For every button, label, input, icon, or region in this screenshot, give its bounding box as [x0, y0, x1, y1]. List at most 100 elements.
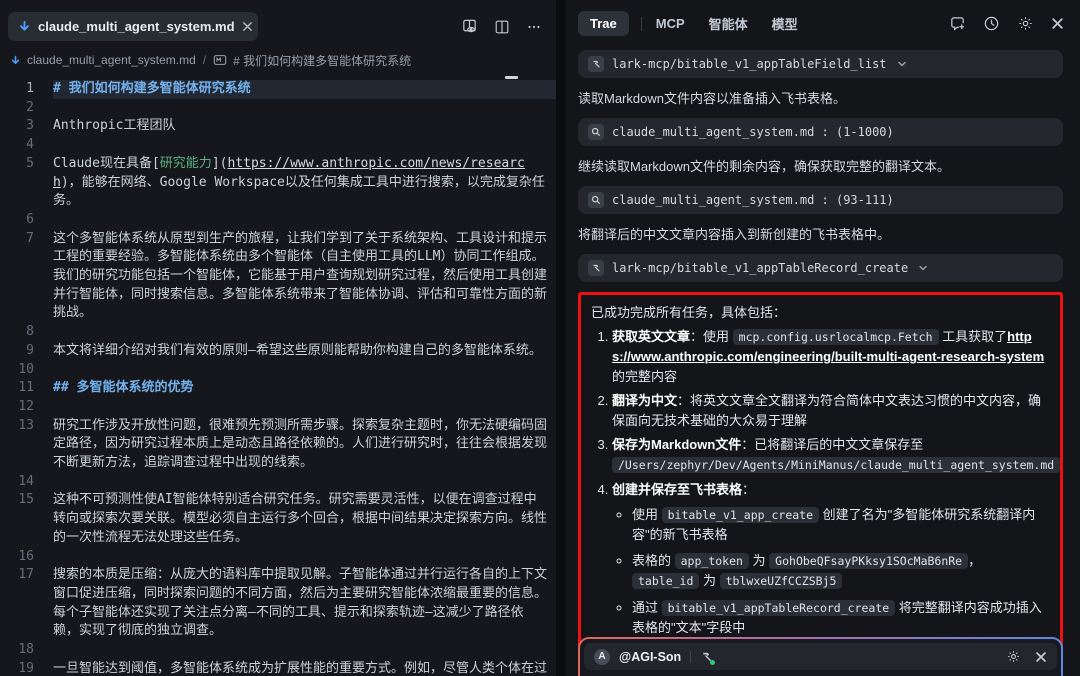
tools-hammer-icon[interactable] — [700, 650, 716, 665]
close-icon[interactable] — [1051, 17, 1064, 30]
input-divider — [690, 650, 692, 663]
line-content[interactable] — [53, 548, 556, 567]
line-content[interactable] — [53, 473, 556, 492]
tool-call-chip[interactable]: lark-mcp/bitable_v1_appTableField_list — [578, 50, 1063, 78]
editor-line[interactable]: 13 研究工作涉及开放性问题，很难预先预测所需步骤。探索复杂主题时，你无法硬编码固… — [0, 417, 556, 473]
line-number[interactable]: 10 — [0, 361, 34, 380]
line-content[interactable] — [53, 99, 556, 118]
settings-icon[interactable] — [1017, 15, 1034, 32]
line-content[interactable]: 研究工作涉及开放性问题，很难预先预测所需步骤。探索复杂主题时，你无法硬编码固定路… — [53, 417, 556, 473]
markdown-file-icon — [10, 55, 21, 66]
line-content[interactable]: 搜索的本质是压缩：从庞大的语料库中提取见解。子智能体通过并行运行各自的上下文窗口… — [53, 566, 556, 641]
line-content[interactable]: Anthropic工程团队 — [53, 117, 556, 136]
split-editor-icon[interactable] — [494, 19, 510, 35]
result-subitem: 表格的 app_token 为 GohObeQFsayPKksy1SOcMaB6… — [632, 551, 1048, 592]
line-content[interactable]: 这种不可预测性使AI智能体特别适合研究任务。研究需要灵活性，以便在调查过程中转向… — [53, 491, 556, 547]
input-settings-icon[interactable] — [1006, 649, 1021, 664]
breadcrumb-file[interactable]: claude_multi_agent_system.md — [27, 53, 196, 67]
editor-line[interactable]: 11 ## 多智能体系统的优势 — [0, 379, 556, 398]
editor-line[interactable]: 6 — [0, 211, 556, 230]
agent-name[interactable]: @AGI-Son — [619, 650, 681, 664]
line-content[interactable]: 这个多智能体系统从原型到生产的旅程，让我们学到了关于系统架构、工具设计和提示工程… — [53, 230, 556, 324]
line-content[interactable] — [53, 641, 556, 660]
input-close-icon[interactable] — [1035, 651, 1047, 663]
gradient-border: A @AGI-Son — [578, 637, 1063, 676]
pane-divider[interactable] — [556, 0, 566, 676]
line-number[interactable]: 18 — [0, 641, 34, 660]
editor-line[interactable]: 1 # 我们如何构建多智能体研究系统 — [0, 80, 556, 99]
tool-call-chip[interactable]: lark-mcp/bitable_v1_appTableRecord_creat… — [578, 254, 1063, 282]
line-content[interactable]: 本文将详细介绍对我们有效的原则—希望这些原则能帮助你构建自己的多智能体系统。 — [53, 342, 556, 361]
line-content[interactable] — [53, 323, 556, 342]
tab-agents[interactable]: 智能体 — [709, 14, 748, 33]
editor-pane: claude_multi_agent_system.md claude_mult… — [0, 0, 556, 676]
line-content[interactable] — [53, 361, 556, 380]
line-content[interactable] — [53, 211, 556, 230]
file-read-chip[interactable]: claude_multi_agent_system.md : (93-111) — [578, 186, 1063, 214]
tab-trae[interactable]: Trae — [578, 11, 629, 36]
line-number[interactable]: 7 — [0, 230, 34, 324]
editor-line[interactable]: 17 搜索的本质是压缩：从庞大的语料库中提取见解。子智能体通过并行运行各自的上下文… — [0, 566, 556, 641]
editor-tab[interactable]: claude_multi_agent_system.md — [8, 12, 258, 41]
editor-line[interactable]: 2 — [0, 99, 556, 118]
header-divider — [640, 16, 642, 31]
line-number[interactable]: 13 — [0, 417, 34, 473]
line-number[interactable]: 9 — [0, 342, 34, 361]
line-content[interactable]: # 我们如何构建多智能体研究系统 — [53, 80, 556, 99]
editor-line[interactable]: 16 — [0, 548, 556, 567]
tool-call-label: lark-mcp/bitable_v1_appTableRecord_creat… — [612, 261, 909, 275]
breadcrumb[interactable]: claude_multi_agent_system.md / # 我们如何构建多… — [0, 47, 556, 73]
chat-input-area[interactable]: A @AGI-Son — [578, 637, 1063, 676]
line-content[interactable] — [53, 136, 556, 155]
result-list: 获取英文文章：使用 mcp.config.usrlocalmcp.Fetch 工… — [591, 327, 1061, 638]
app-root: claude_multi_agent_system.md claude_mult… — [0, 0, 1080, 676]
line-content[interactable]: Claude现在具备[研究能力](https://www.anthropic.c… — [53, 155, 556, 211]
scroll-indicator[interactable] — [505, 76, 518, 79]
line-number[interactable]: 19 — [0, 660, 34, 676]
assistant-text: 读取Markdown文件内容以准备插入飞书表格。 — [578, 91, 846, 106]
editor-line[interactable]: 15 这种不可预测性使AI智能体特别适合研究任务。研究需要灵活性，以便在调查过程中… — [0, 491, 556, 547]
editor-line[interactable]: 5 Claude现在具备[研究能力](https://www.anthropic.… — [0, 155, 556, 211]
breadcrumb-heading[interactable]: # 我们如何构建多智能体研究系统 — [233, 52, 411, 69]
history-icon[interactable] — [983, 15, 1000, 32]
line-content[interactable]: 一旦智能达到阈值，多智能体系统成为扩展性能的重要方式。例如，尽管人类个体在过去1… — [53, 660, 556, 676]
markdown-preview-icon[interactable] — [461, 18, 478, 35]
tools-active-dot — [710, 660, 716, 665]
result-item: 翻译为中文：将英文文章全文翻译为符合简体中文表达习惯的中文内容，确保面向无技术基… — [612, 391, 1048, 430]
editor-line[interactable]: 9 本文将详细介绍对我们有效的原则—希望这些原则能帮助你构建自己的多智能体系统。 — [0, 342, 556, 361]
search-icon — [588, 192, 604, 208]
editor-line[interactable]: 14 — [0, 473, 556, 492]
editor-line[interactable]: 4 — [0, 136, 556, 155]
line-number[interactable]: 5 — [0, 155, 34, 211]
editor-line[interactable]: 12 — [0, 398, 556, 417]
file-read-chip[interactable]: claude_multi_agent_system.md : (1-1000) — [578, 118, 1063, 146]
line-number[interactable]: 1 — [0, 80, 34, 99]
line-number[interactable]: 4 — [0, 136, 34, 155]
line-number[interactable]: 11 — [0, 379, 34, 398]
more-actions-icon[interactable] — [526, 19, 542, 35]
line-content[interactable]: ## 多智能体系统的优势 — [53, 379, 556, 398]
result-subitem: 通过 bitable_v1_appTableRecord_create 将完整翻… — [632, 598, 1048, 638]
editor-line[interactable]: 18 — [0, 641, 556, 660]
editor-line[interactable]: 3 Anthropic工程团队 — [0, 117, 556, 136]
line-number[interactable]: 17 — [0, 566, 34, 641]
editor-line[interactable]: 8 — [0, 323, 556, 342]
line-number[interactable]: 16 — [0, 548, 34, 567]
editor-line[interactable]: 19 一旦智能达到阈值，多智能体系统成为扩展性能的重要方式。例如，尽管人类个体在过… — [0, 660, 556, 676]
tab-mcp[interactable]: MCP — [656, 16, 685, 31]
line-number[interactable]: 2 — [0, 99, 34, 118]
line-number[interactable]: 12 — [0, 398, 34, 417]
line-number[interactable]: 8 — [0, 323, 34, 342]
line-number[interactable]: 3 — [0, 117, 34, 136]
new-chat-icon[interactable] — [949, 15, 966, 32]
breadcrumb-separator: / — [202, 53, 207, 67]
editor-line[interactable]: 7 这个多智能体系统从原型到生产的旅程，让我们学到了关于系统架构、工具设计和提示工… — [0, 230, 556, 324]
editor-line[interactable]: 10 — [0, 361, 556, 380]
chat-status-text[interactable]: 你正在与 AGI-Son 聊天 — [584, 670, 1057, 676]
line-number[interactable]: 14 — [0, 473, 34, 492]
tab-close-icon[interactable] — [242, 21, 253, 32]
line-number[interactable]: 15 — [0, 491, 34, 547]
line-number[interactable]: 6 — [0, 211, 34, 230]
line-content[interactable] — [53, 398, 556, 417]
tab-models[interactable]: 模型 — [772, 14, 798, 33]
